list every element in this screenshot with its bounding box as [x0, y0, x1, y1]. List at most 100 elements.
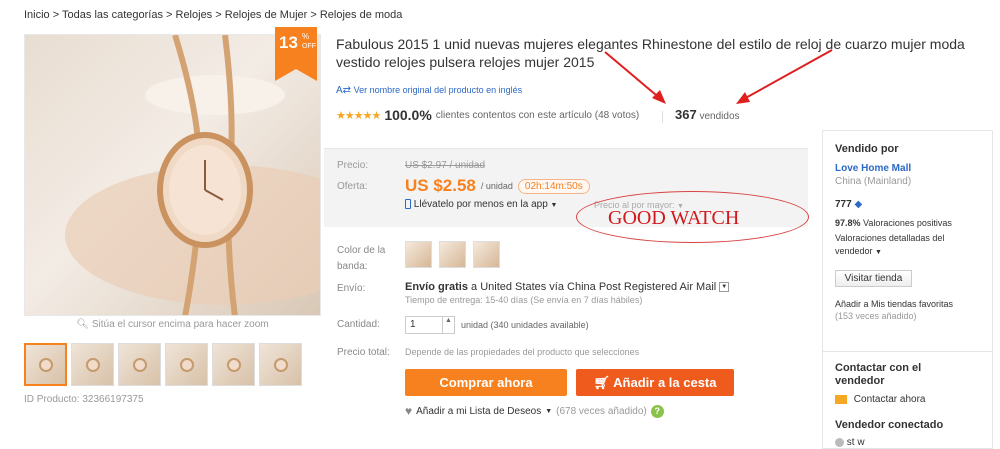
chevron-down-icon[interactable]: ▼: [545, 408, 552, 415]
diamond-icon: ◆: [854, 199, 863, 210]
original-name-link[interactable]: A⇄ Ver nombre original del producto en i…: [336, 85, 522, 96]
seller-score-value: 777: [835, 199, 852, 210]
stars-icon: ★★★★★: [336, 109, 381, 122]
buy-now-button[interactable]: Comprar ahora: [405, 369, 567, 396]
phone-icon: [405, 199, 411, 210]
user-icon: [835, 437, 844, 447]
wishlist-row: ♥ Añadir a mi Lista de Deseos ▼ (678 vec…: [405, 404, 664, 418]
zoom-hint-text: Sitúa el cursor encima para hacer zoom: [91, 319, 269, 330]
sold-by-title: Vendido por: [835, 143, 899, 155]
seller-divider: [822, 351, 993, 352]
rating-text[interactable]: clientes contentos con este artículo (48…: [436, 110, 639, 121]
breadcrumb-home[interactable]: Inicio: [24, 9, 50, 21]
seller-name-link[interactable]: Love Home Mall: [835, 163, 911, 174]
shipping-info: Envío gratis a United States vía China P…: [405, 281, 730, 293]
quantity-increment[interactable]: ▲: [443, 316, 455, 334]
rating-percent: 100.0%: [384, 107, 432, 123]
wishlist-count: (678 veces añadido): [556, 405, 647, 417]
seller-country: China (Mainland): [835, 176, 912, 187]
delivery-time: Tiempo de entrega: 15-40 días (Se envía …: [405, 295, 643, 305]
positive-feedback: 97.8% Valoraciones positivas: [835, 218, 952, 228]
rating: ★★★★★ 100.0% clientes contentos con este…: [336, 107, 639, 123]
thumbnail-1[interactable]: [24, 343, 67, 386]
translate-icon: A⇄: [336, 85, 352, 96]
annotation-arrowhead-right: [736, 92, 750, 104]
thumbnail-strip: [24, 343, 302, 386]
detailed-feedback-line1[interactable]: Valoraciones detalladas del: [835, 233, 944, 243]
heart-icon: ♥: [405, 404, 413, 418]
offer-label: Oferta:: [337, 181, 368, 192]
quantity-label: Cantidad:: [337, 319, 380, 330]
visit-store-button[interactable]: Visitar tienda: [835, 270, 912, 287]
discount-badge: 13 % OFF: [275, 27, 317, 81]
breadcrumb-sep: >: [52, 9, 60, 21]
shipping-method: a United States vía China Post Registere…: [471, 281, 717, 293]
app-discount-link[interactable]: Llévatelo por menos en la app ▼: [405, 199, 557, 210]
connected-seller: st w: [835, 437, 865, 448]
chevron-down-icon: ▼: [550, 202, 558, 209]
quantity-available: unidad (340 unidades available): [461, 320, 589, 330]
total-text: Depende de las propiedades del producto …: [405, 347, 640, 357]
band-color-swatch-3[interactable]: [473, 241, 500, 268]
add-to-cart-label: Añadir a la cesta: [613, 375, 717, 390]
breadcrumb-sep: >: [166, 9, 173, 21]
breadcrumb-women-watches[interactable]: Relojes de Mujer: [225, 9, 308, 21]
divider: [662, 111, 663, 123]
breadcrumb-sep: >: [310, 9, 317, 21]
add-to-wishlist-link[interactable]: Añadir a mi Lista de Deseos: [416, 406, 541, 417]
annotation-text: GOOD WATCH: [608, 207, 740, 229]
cart-icon: 🛒︎: [593, 375, 611, 390]
shipping-label: Envío:: [337, 283, 366, 294]
annotation-arrow-right: [741, 49, 833, 101]
price-unit: / unidad: [480, 181, 513, 191]
current-price: US $2.58: [405, 176, 476, 195]
magnifier-icon: 🔍︎: [76, 319, 90, 330]
offer-row: US $2.58 / unidad 02h:14m:50s: [405, 176, 590, 196]
countdown-timer: 02h:14m:50s: [517, 178, 590, 194]
annotation-arrows: [604, 49, 833, 104]
contact-now-link[interactable]: Contactar ahora: [835, 394, 926, 405]
app-link-text[interactable]: Llévatelo por menos en la app: [414, 199, 548, 210]
seller-score: 777 ◆: [835, 199, 862, 210]
thumbnail-2[interactable]: [71, 343, 114, 386]
thumbnail-6[interactable]: [259, 343, 302, 386]
quantity-input[interactable]: 1: [405, 316, 443, 334]
connected-seller-title: Vendedor conectado: [835, 419, 944, 431]
favorite-count: (153 veces añadido): [835, 311, 917, 321]
discount-off-label: OFF: [302, 43, 316, 50]
zoom-hint: 🔍︎ Sitúa el cursor encima para hacer zoo…: [24, 319, 321, 330]
total-label: Precio total:: [337, 347, 390, 358]
positive-text: Valoraciones positivas: [863, 218, 952, 228]
breadcrumb-sep: >: [215, 9, 222, 21]
shipping-dropdown-icon[interactable]: ▼: [719, 282, 730, 293]
detailed-feedback-line2[interactable]: vendedor ▼: [835, 246, 882, 256]
discount-value: 13: [279, 33, 298, 52]
detailed-feedback-text[interactable]: vendedor: [835, 246, 873, 256]
quantity-stepper: 1 ▲ unidad (340 unidades available): [405, 316, 589, 334]
breadcrumb: Inicio > Todas las categorías > Relojes …: [24, 9, 402, 21]
breadcrumb-fashion-watches[interactable]: Relojes de moda: [320, 9, 403, 21]
free-shipping: Envío gratis: [405, 281, 468, 293]
chevron-down-icon: ▼: [875, 249, 882, 256]
add-favorite-store-link[interactable]: Añadir a Mis tiendas favoritas: [835, 299, 953, 309]
old-price: US $2.97 / unidad: [405, 160, 486, 171]
positive-pct: 97.8%: [835, 218, 861, 228]
connected-seller-name[interactable]: st w: [847, 437, 865, 448]
help-icon[interactable]: ?: [650, 404, 664, 418]
sold-label: vendidos: [699, 111, 740, 122]
breadcrumb-watches[interactable]: Relojes: [176, 9, 213, 21]
annotation-arrow-left: [604, 51, 663, 101]
band-color-swatch-1[interactable]: [405, 241, 432, 268]
thumbnail-5[interactable]: [212, 343, 255, 386]
price-label: Precio:: [337, 160, 369, 171]
contact-now-text[interactable]: Contactar ahora: [854, 394, 926, 405]
thumbnail-3[interactable]: [118, 343, 161, 386]
contact-seller-title-2: vendedor: [835, 375, 885, 387]
breadcrumb-all-categories[interactable]: Todas las categorías: [62, 9, 163, 21]
contact-seller-title-1: Contactar con el: [835, 362, 922, 374]
add-to-cart-button[interactable]: 🛒︎ Añadir a la cesta: [576, 369, 734, 396]
product-id: ID Producto: 32366197375: [24, 394, 144, 405]
original-name-text[interactable]: Ver nombre original del producto en ingl…: [354, 85, 523, 95]
band-color-swatch-2[interactable]: [439, 241, 466, 268]
thumbnail-4[interactable]: [165, 343, 208, 386]
